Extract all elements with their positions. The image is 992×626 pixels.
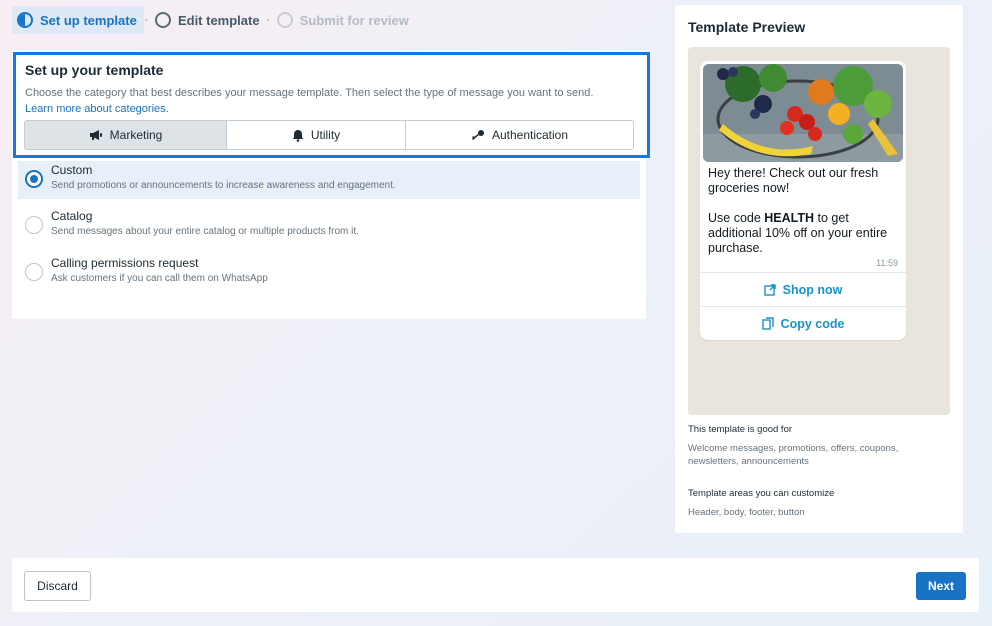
option-description: Send messages about your entire catalog … [51,226,359,237]
groceries-image [703,64,903,162]
megaphone-icon [89,129,103,141]
category-selector: Marketing Utility Authentication [24,120,634,150]
radio-button[interactable] [25,263,43,281]
radio-button[interactable] [25,170,43,188]
copy-code-button[interactable]: Copy code [700,306,906,340]
option-label: Catalog [51,209,93,223]
category-section: Set up your template Choose the category… [13,52,650,158]
half-circle-icon [17,12,33,28]
shop-now-button[interactable]: Shop now [700,272,906,306]
preview-title: Template Preview [688,19,806,35]
message-body: Hey there! Check out our fresh groceries… [708,166,900,271]
step-label: Edit template [177,12,260,28]
section-title: Set up your template [25,62,164,78]
message-line: Use code HEALTH to get additional 10% of… [708,211,888,255]
category-label: Marketing [109,128,163,142]
radio-button[interactable] [25,216,43,234]
category-utility-button[interactable]: Utility [227,121,406,149]
footer-bar: Discard Next [12,558,979,612]
category-label: Utility [310,128,341,142]
areas-title: Template areas you can customize [688,488,835,499]
areas-text: Header, body, footer, button [688,507,805,518]
key-icon [471,129,485,141]
category-authentication-button[interactable]: Authentication [406,121,633,149]
step-label: Submit for review [299,12,409,28]
option-custom[interactable]: Custom Send promotions or announcements … [18,161,640,199]
step-label: Set up template [40,12,137,28]
step-separator-icon: • [144,15,148,25]
category-marketing-button[interactable]: Marketing [25,121,227,149]
option-description: Send promotions or announcements to incr… [51,180,396,191]
option-calling-permissions[interactable]: Calling permissions request Ask customer… [18,254,640,292]
promo-code: HEALTH [764,211,815,225]
option-label: Calling permissions request [51,256,199,270]
next-button[interactable]: Next [916,572,966,600]
option-description: Ask customers if you can call them on Wh… [51,273,268,284]
learn-more-link[interactable]: Learn more about categories. [25,101,169,117]
section-description: Choose the category that best describes … [25,87,594,99]
button-label: Shop now [782,282,843,297]
external-link-icon [763,283,776,296]
discard-button[interactable]: Discard [24,571,91,601]
good-for-title: This template is good for [688,424,793,435]
circle-icon [276,12,293,28]
template-preview-card: Template Preview Hey there! Check out ou… [675,5,963,533]
stepper: Set up template • Edit template • Submit… [12,6,415,34]
message-time: 11:59 [876,258,898,268]
circle-icon [154,12,171,28]
step-separator-icon: • [266,15,270,25]
option-catalog[interactable]: Catalog Send messages about your entire … [18,207,640,245]
button-label: Copy code [780,316,845,331]
option-label: Custom [51,163,93,177]
step-edit-template[interactable]: Edit template [149,6,266,34]
step-submit-for-review: Submit for review [271,6,415,34]
copy-icon [761,317,774,330]
message-bubble: Hey there! Check out our fresh groceries… [700,61,906,340]
bell-icon [292,129,304,142]
step-set-up-template[interactable]: Set up template [12,6,144,34]
good-for-text: Welcome messages, promotions, offers, co… [688,443,899,467]
category-label: Authentication [491,128,569,142]
message-line: Hey there! Check out our fresh groceries… [708,166,879,195]
chat-background: Hey there! Check out our fresh groceries… [688,47,950,415]
